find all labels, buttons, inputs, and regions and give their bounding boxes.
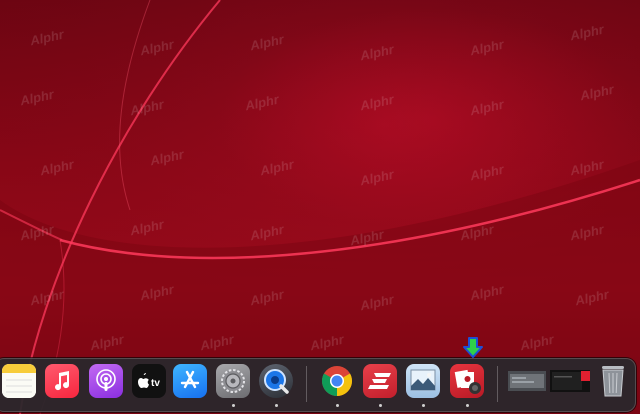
- trash-icon[interactable]: [596, 364, 630, 398]
- app-store-icon[interactable]: [173, 364, 207, 398]
- window-thumbnail-icon[interactable]: [508, 364, 546, 398]
- preview-icon[interactable]: [406, 364, 440, 398]
- quicktime-icon[interactable]: [259, 364, 293, 398]
- running-indicator: [232, 404, 235, 407]
- apple-tv-icon[interactable]: tv: [132, 364, 166, 398]
- arrow-down-icon: [463, 337, 483, 358]
- dock-separator: [306, 366, 307, 402]
- gear-icon[interactable]: [216, 364, 250, 398]
- dock-separator: [497, 366, 498, 402]
- expressvpn-icon[interactable]: [363, 364, 397, 398]
- running-indicator: [466, 404, 469, 407]
- window-thumbnail-icon[interactable]: [550, 364, 590, 398]
- photo-booth-icon[interactable]: [450, 364, 484, 398]
- running-indicator: [336, 404, 339, 407]
- running-indicator: [379, 404, 382, 407]
- notes-icon[interactable]: [2, 364, 36, 398]
- chrome-icon[interactable]: [320, 364, 354, 398]
- podcasts-icon[interactable]: [89, 364, 123, 398]
- running-indicator: [275, 404, 278, 407]
- desktop-wallpaper: Alphr Alphr Alphr Alphr Alphr Alphr Alph…: [0, 0, 640, 414]
- music-icon[interactable]: [45, 364, 79, 398]
- running-indicator: [422, 404, 425, 407]
- svg-text:tv: tv: [151, 378, 160, 389]
- wallpaper-waves: [0, 0, 640, 414]
